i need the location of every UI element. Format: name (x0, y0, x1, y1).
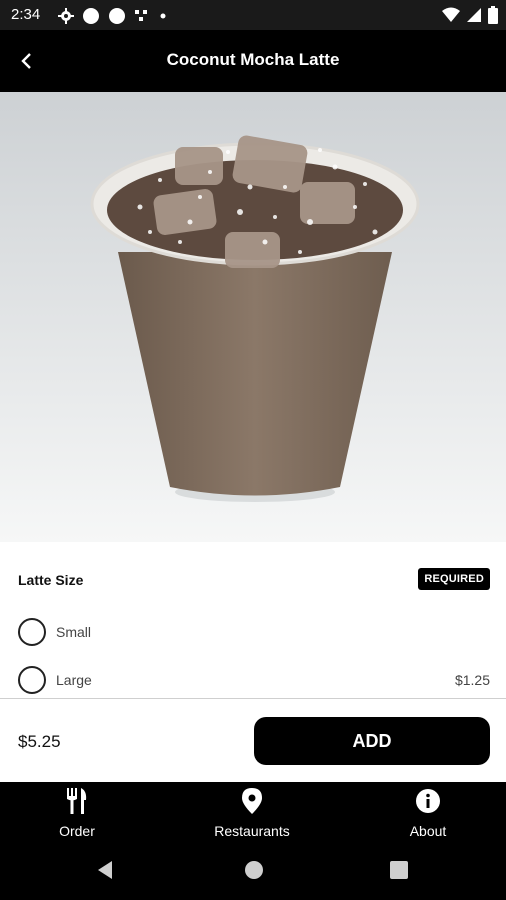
notification-icons (58, 7, 168, 25)
map-pin-icon (242, 788, 262, 814)
system-nav-bar (0, 840, 506, 900)
notification-circle-icon (109, 8, 125, 24)
nav-label: About (409, 823, 447, 839)
bottom-nav: Order Restaurants About (0, 782, 506, 840)
app-bar: Coconut Mocha Latte (0, 30, 506, 92)
status-time: 2:34 (11, 6, 41, 23)
option-price: $1.25 (454, 672, 490, 688)
notification-circle-icon (83, 8, 99, 24)
total-price: $5.25 (18, 732, 61, 751)
circle-home-icon (245, 861, 263, 879)
wifi-icon (442, 7, 460, 22)
signal-icon (467, 8, 481, 22)
system-status-icons (442, 6, 498, 24)
triangle-back-icon (98, 861, 112, 879)
nav-item-restaurants[interactable]: Restaurants (192, 788, 312, 839)
system-recents-button[interactable] (384, 858, 414, 882)
nav-label: Order (59, 823, 95, 839)
options-section: Latte Size REQUIRED Small Large $1.25 (0, 542, 506, 698)
add-button[interactable]: ADD (254, 717, 490, 765)
radio-button[interactable] (18, 666, 46, 694)
gear-icon (58, 8, 74, 24)
status-bar: 2:34 (0, 0, 506, 30)
nav-item-about[interactable]: About (368, 788, 488, 839)
section-title: Latte Size (18, 572, 84, 588)
option-label: Small (56, 624, 92, 640)
option-label: Large (56, 672, 92, 688)
fork-knife-icon (67, 788, 87, 814)
system-back-button[interactable] (90, 858, 120, 882)
option-small[interactable]: Small (18, 616, 490, 648)
radio-button[interactable] (18, 618, 46, 646)
order-footer: $5.25 ADD (0, 699, 506, 782)
info-icon (416, 789, 440, 813)
nav-item-order[interactable]: Order (17, 788, 137, 839)
option-large[interactable]: Large $1.25 (18, 664, 490, 696)
battery-icon (488, 6, 498, 24)
product-image (0, 92, 506, 542)
small-dot-icon (160, 13, 166, 19)
system-home-button[interactable] (239, 858, 269, 882)
square-recents-icon (390, 861, 408, 879)
page-title: Coconut Mocha Latte (166, 50, 340, 69)
required-badge: REQUIRED (418, 568, 490, 590)
nav-label: Restaurants (214, 823, 290, 839)
dots-icon (135, 10, 147, 21)
